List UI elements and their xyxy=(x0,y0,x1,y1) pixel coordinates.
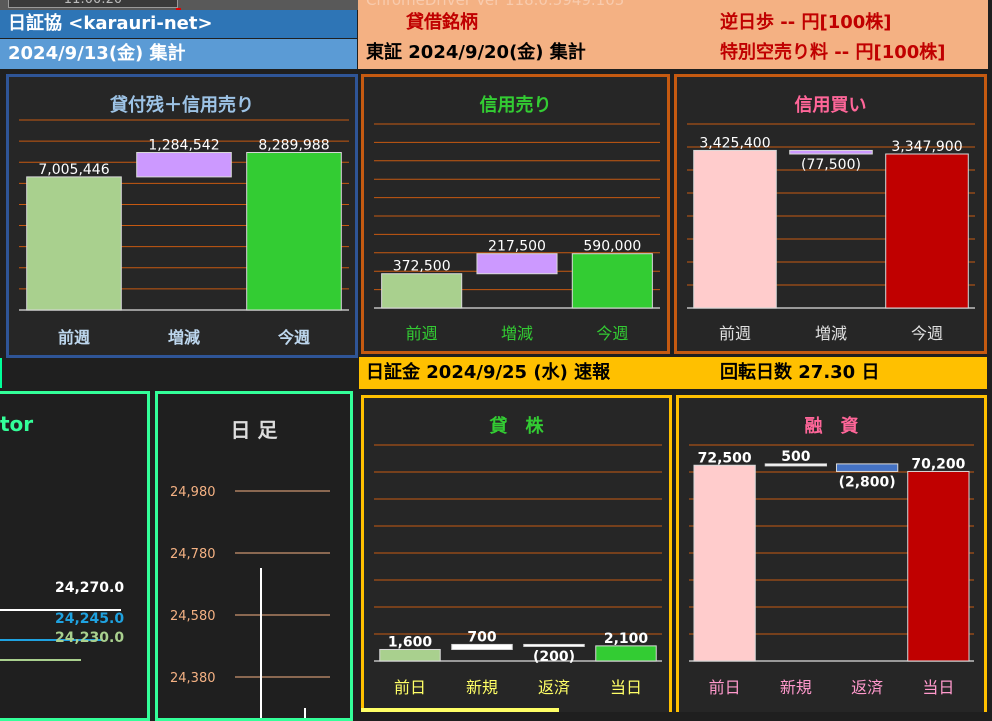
category-label: 今週 xyxy=(277,328,310,347)
chart-financing: 72,500 前日 500 新規 (2,800) 返済 70,200 当日 xyxy=(689,444,974,697)
site-label-band: 日証協 <karauri-net> xyxy=(0,10,357,38)
bar-前週 xyxy=(26,176,122,311)
data-label: 3,347,900 xyxy=(891,139,962,155)
data-label: 1,284,542 xyxy=(148,137,219,153)
indicator-value-green: 24,230.0 xyxy=(55,630,125,646)
category-label: 増減 xyxy=(168,328,200,347)
indicator-line-green xyxy=(0,659,81,661)
category-label: 前日 xyxy=(394,678,426,697)
bar-当日 xyxy=(907,470,970,662)
category-label: 返済 xyxy=(851,678,883,697)
jsda-date-band: 2024/9/13(金) 集計 xyxy=(0,39,357,69)
indicator-value-blue: 24,245.0 xyxy=(55,611,125,627)
data-label: 372,500 xyxy=(393,259,451,275)
financing-panel: 融 資 72,500 前日 500 新規 (2,800) 返済 70,200 当日 xyxy=(676,395,987,712)
data-label: (2,800) xyxy=(839,474,896,490)
category-label: 新規 xyxy=(780,678,812,697)
category-label: 増減 xyxy=(815,324,847,343)
bar-前週 xyxy=(381,273,463,309)
bottom-strip xyxy=(361,708,559,712)
indicator-title: tor xyxy=(0,412,34,436)
data-label: 72,500 xyxy=(698,450,752,466)
y-tick-label: 24,780 xyxy=(170,547,216,562)
chart-stock-lending: 1,600 前日 700 新規 (200) 返済 2,100 当日 xyxy=(374,444,662,697)
chart-margin-sell: 372,500 前週 217,500 増減 590,000 今週 xyxy=(374,123,660,343)
y-tick-label: 24,980 xyxy=(170,485,216,500)
data-label: 500 xyxy=(781,449,810,465)
clock-tab: 11:00:20 xyxy=(8,0,178,8)
data-label: 1,600 xyxy=(388,634,433,650)
bar-前週 xyxy=(693,149,777,309)
bar-今週 xyxy=(885,153,969,309)
gyakuhibu-text: 逆日歩 -- 円[100株] xyxy=(720,12,892,33)
margin-buy-panel: 信用買い 3,425,400 前週 (77,500) 増減 3,347,900 今週 xyxy=(674,74,987,354)
data-label: 7,005,446 xyxy=(38,162,109,178)
data-label: 217,500 xyxy=(488,239,546,255)
data-label: 70,200 xyxy=(911,456,965,472)
bar-今週 xyxy=(246,151,342,311)
data-label: 8,289,988 xyxy=(258,137,329,153)
bar-当日 xyxy=(595,645,657,662)
data-label: 590,000 xyxy=(583,239,641,255)
category-label: 当日 xyxy=(610,678,642,697)
data-label: (77,500) xyxy=(801,157,861,173)
bar-返済 xyxy=(523,643,585,647)
y-tick-label: 24,380 xyxy=(170,671,216,686)
indicator-value-white: 24,270.0 xyxy=(55,580,125,596)
category-label: 今週 xyxy=(596,324,628,343)
indicator-panel: tor 24,270.0 24,245.0 24,230.0 xyxy=(0,391,150,721)
jsda-chart-panel: 貸付残＋信用売り 7,005,446 前週 1,284,542 増減 8,289,988… xyxy=(6,74,358,358)
turnover-days-text: 回転日数 27.30 日 xyxy=(720,362,880,383)
margin-sell-panel: 信用売り 372,500 前週 217,500 増減 590,000 今週 xyxy=(361,74,670,354)
category-label: 返済 xyxy=(538,678,570,697)
bar-増減 xyxy=(476,253,558,275)
category-label: 前週 xyxy=(58,328,90,347)
teal-edge-line xyxy=(0,358,2,388)
tse-date-text: 東証 2024/9/20(金) 集計 xyxy=(366,42,586,63)
bar-増減 xyxy=(136,151,232,178)
bar-増減 xyxy=(789,149,873,155)
category-label: 当日 xyxy=(922,678,954,697)
chart-jsda: 7,005,446 前週 1,284,542 増減 8,289,988 今週 xyxy=(19,119,349,347)
chart-margin-buy: 3,425,400 前週 (77,500) 増減 3,347,900 今週 xyxy=(687,123,975,343)
bar-前日 xyxy=(693,464,756,662)
tokubetsu-text: 特別空売り料 -- 円[100株] xyxy=(720,42,946,63)
category-label: 前週 xyxy=(406,324,438,343)
data-label: (200) xyxy=(533,649,575,665)
chromedriver-version-text: ChromeDriver Ver 118.0.5949.105 xyxy=(366,0,625,9)
daily-chart-panel: 日 足 24,980 24,780 24,580 24,380 xyxy=(155,391,353,721)
bar-前日 xyxy=(379,648,441,662)
bar-返済 xyxy=(835,463,899,472)
data-label: 3,425,400 xyxy=(699,135,770,151)
category-label: 今週 xyxy=(911,324,943,343)
chart-daily: 24,980 24,780 24,580 24,380 xyxy=(170,485,330,718)
category-label: 前日 xyxy=(709,678,741,697)
data-label: 700 xyxy=(467,629,496,645)
category-label: 増減 xyxy=(501,324,533,343)
category-label: 新規 xyxy=(466,678,498,697)
data-label: 2,100 xyxy=(604,631,649,647)
bar-今週 xyxy=(571,253,653,309)
stock-lending-panel: 貸 株 1,600 前日 700 新規 (200) 返済 2,100 当日 xyxy=(361,395,672,712)
category-label: 前週 xyxy=(719,324,751,343)
y-tick-label: 24,580 xyxy=(170,609,216,624)
stock-type-title: 貸借銘柄 xyxy=(406,12,478,33)
jsf-date-text: 日証金 2024/9/25 (水) 速報 xyxy=(366,362,611,383)
